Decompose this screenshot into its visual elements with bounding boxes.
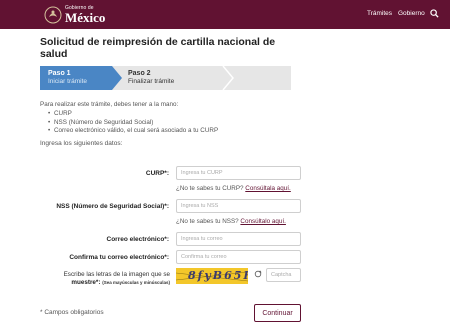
- step-2: Paso 2 Finalizar trámite: [120, 66, 230, 90]
- requirements-list: CURP NSS (Número de Seguridad Social) Co…: [48, 110, 218, 136]
- confirma-correo-input[interactable]: [176, 250, 301, 264]
- curp-input[interactable]: [176, 166, 301, 180]
- requirement-item: NSS (Número de Seguridad Social): [48, 119, 218, 128]
- captcha-image: 8fyB65R: [176, 268, 248, 284]
- step-2-number: Paso 2: [128, 70, 151, 77]
- captcha-label-note: (Sea mayúsculas y minúsculas): [102, 280, 170, 285]
- curp-help: ¿No te sabes tu CURP? Consúltala aquí.: [176, 185, 291, 192]
- captcha-label: Escribe las letras de la imagen que se m…: [62, 271, 170, 287]
- nss-help: ¿No te sabes tu NSS? Consúltalo aquí.: [176, 218, 286, 225]
- step-1-number: Paso 1: [48, 70, 71, 77]
- step-1: Paso 1 Iniciar trámite: [40, 66, 112, 90]
- ingresa-datos-text: Ingresa los siguientes datos:: [40, 140, 123, 147]
- top-navbar: Gobierno de México Trámites Gobierno: [0, 0, 450, 29]
- gobierno-logo[interactable]: Gobierno de México: [44, 4, 105, 26]
- step-2-desc: Finalizar trámite: [128, 78, 175, 85]
- captcha-input[interactable]: [266, 268, 301, 282]
- nss-help-text: ¿No te sabes tu NSS?: [176, 218, 239, 225]
- requirement-item: CURP: [48, 110, 218, 119]
- logo-big-text: México: [65, 10, 106, 25]
- nav-link-tramites[interactable]: Trámites: [367, 10, 392, 17]
- captcha-label-line2: muestre*:: [71, 279, 101, 286]
- continue-button[interactable]: Continuar: [254, 304, 301, 322]
- curp-help-link[interactable]: Consúltala aquí.: [245, 185, 291, 192]
- confirma-correo-label: Confirma tu correo electrónico*:: [69, 254, 169, 261]
- nss-input[interactable]: [176, 199, 301, 213]
- refresh-icon[interactable]: [254, 270, 262, 278]
- search-icon[interactable]: [430, 9, 439, 18]
- requirement-item: Correo electrónico válido, el cual será …: [48, 127, 218, 136]
- step-2-chevron: [222, 66, 234, 90]
- correo-label: Correo electrónico*:: [106, 236, 170, 243]
- nss-label: NSS (Número de Seguridad Social)*:: [56, 203, 169, 210]
- progress-steps: Paso 1 Iniciar trámite Paso 2 Finalizar …: [40, 66, 291, 90]
- curp-help-text: ¿No te sabes tu CURP?: [176, 185, 244, 192]
- nss-help-link[interactable]: Consúltalo aquí.: [240, 218, 286, 225]
- correo-input[interactable]: [176, 232, 301, 246]
- required-fields-note: * Campos obligatorios: [40, 309, 104, 316]
- captcha-text: 8fyB65R: [188, 269, 248, 282]
- page-title: Solicitud de reimpresión de cartilla nac…: [40, 36, 276, 60]
- curp-label: CURP*:: [145, 170, 169, 177]
- step-1-desc: Iniciar trámite: [48, 78, 88, 85]
- intro-text: Para realizar este trámite, debes tener …: [40, 101, 179, 108]
- nav-link-gobierno[interactable]: Gobierno: [398, 10, 425, 17]
- captcha-label-line1: Escribe las letras de la imagen que se: [63, 271, 170, 278]
- coat-of-arms-icon: [44, 6, 62, 24]
